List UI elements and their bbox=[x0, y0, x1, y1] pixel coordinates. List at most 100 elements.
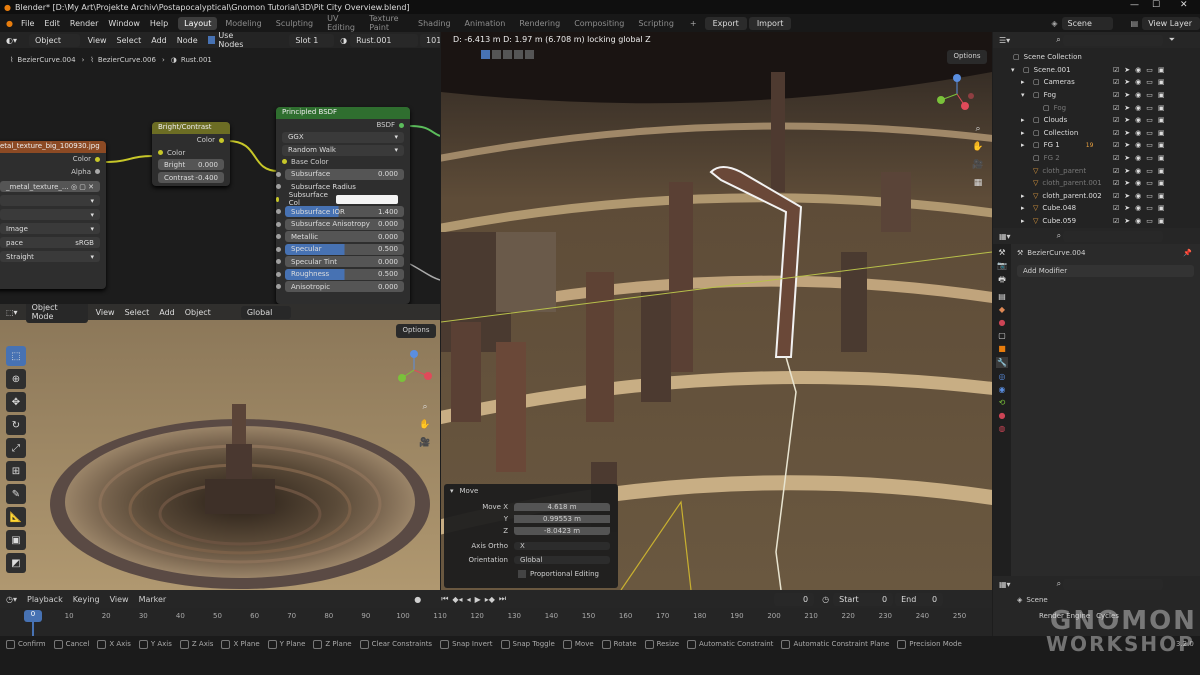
viewport-toggle-icon[interactable]: ▭ bbox=[1146, 66, 1153, 74]
rotate-tool-icon[interactable]: ↻ bbox=[6, 415, 26, 435]
viewport-toggle-icon[interactable]: ▭ bbox=[1146, 217, 1153, 225]
tab-layout[interactable]: Layout bbox=[178, 16, 218, 30]
checkbox-toggle-icon[interactable]: ☑ bbox=[1113, 104, 1119, 112]
outliner-item[interactable]: ▸ ▢ FG 1 19 ☑ ➤ ◉ ▭ ▣ bbox=[993, 139, 1200, 152]
scene-tab-icon[interactable]: ◆ bbox=[999, 305, 1005, 314]
visibility-toggle-icon[interactable]: ◉ bbox=[1135, 204, 1141, 212]
extension-dropdown[interactable]: Image ▾ bbox=[0, 223, 100, 234]
tab-modeling[interactable]: Modeling bbox=[219, 17, 267, 30]
outliner-item[interactable]: ▾ ▢ Fog ☑ ➤ ◉ ▭ ▣ bbox=[993, 89, 1200, 102]
visibility-toggle-icon[interactable]: ◉ bbox=[1135, 192, 1141, 200]
add-workspace-icon[interactable]: + bbox=[690, 19, 697, 28]
orientation-dropdown[interactable]: Global bbox=[514, 556, 610, 564]
viewport-toggle-icon[interactable]: ▭ bbox=[1146, 167, 1153, 175]
bsdf-input-row[interactable]: Anisotropic 0.000 bbox=[276, 281, 410, 294]
checkbox-toggle-icon[interactable]: ☑ bbox=[1113, 179, 1119, 187]
subsurface-method-dropdown[interactable]: Random Walk ▾ bbox=[282, 144, 404, 156]
viewport-toggle-icon[interactable]: ▭ bbox=[1146, 141, 1153, 149]
outliner-item[interactable]: ▽ cloth_parent ☑ ➤ ◉ ▭ ▣ bbox=[993, 164, 1200, 177]
main-3d-viewport[interactable]: D: -6.413 m D: 1.97 m (6.708 m) locking … bbox=[441, 32, 992, 590]
zoom-icon[interactable]: ⌕ bbox=[969, 120, 987, 138]
input-socket-icon[interactable] bbox=[276, 259, 281, 265]
editor-type-icon[interactable]: ⬚▾ bbox=[6, 308, 18, 317]
export-button[interactable]: Export bbox=[704, 16, 747, 30]
render-tab-icon[interactable]: 📷 bbox=[997, 261, 1007, 270]
data-tab-icon[interactable]: ● bbox=[999, 411, 1006, 420]
expand-right-icon[interactable]: ▸ bbox=[1021, 204, 1029, 212]
select-toggle-icon[interactable]: ➤ bbox=[1124, 104, 1130, 112]
viewport-toggle-icon[interactable]: ▭ bbox=[1146, 179, 1153, 187]
menu-add[interactable]: Add bbox=[159, 308, 175, 317]
cursor-tool-icon[interactable]: ⊕ bbox=[6, 369, 26, 389]
blender-menu-icon[interactable]: ● bbox=[6, 19, 13, 28]
proportional-editing-checkbox[interactable] bbox=[518, 570, 526, 578]
add-cube-tool-icon[interactable]: ▣ bbox=[6, 530, 26, 550]
options-button[interactable]: Options bbox=[396, 324, 436, 338]
outliner-item[interactable]: ▢ Scene Collection bbox=[993, 51, 1200, 64]
minimize-icon[interactable]: — bbox=[1130, 0, 1139, 10]
material-tab-icon[interactable]: ◍ bbox=[999, 424, 1006, 433]
world-tab-icon[interactable]: ● bbox=[999, 318, 1006, 327]
record-icon[interactable]: ● bbox=[414, 595, 421, 604]
checkbox-toggle-icon[interactable]: ☑ bbox=[1113, 129, 1119, 137]
grid-icon[interactable]: ▦ bbox=[969, 174, 987, 192]
menu-playback[interactable]: Playback bbox=[27, 595, 63, 604]
render-toggle-icon[interactable]: ▣ bbox=[1158, 116, 1165, 124]
outliner-item[interactable]: ▢ FG 2 ☑ ➤ ◉ ▭ ▣ bbox=[993, 152, 1200, 165]
select-new-icon[interactable] bbox=[481, 50, 490, 59]
move-y-field[interactable]: 0.99553 m bbox=[514, 515, 610, 523]
view-layer-tab-icon[interactable]: ▤ bbox=[998, 292, 1006, 301]
distribution-dropdown[interactable]: GGX ▾ bbox=[282, 131, 404, 143]
render-toggle-icon[interactable]: ▣ bbox=[1158, 167, 1165, 175]
select-toggle-icon[interactable]: ➤ bbox=[1124, 167, 1130, 175]
bsdf-input-row[interactable]: Subsurface Col bbox=[276, 191, 410, 207]
select-box-tool-icon[interactable]: ⬚ bbox=[6, 346, 26, 366]
viewport-toggle-icon[interactable]: ▭ bbox=[1146, 204, 1153, 212]
input-socket-icon[interactable] bbox=[276, 271, 281, 277]
expand-right-icon[interactable]: ▸ bbox=[1021, 141, 1029, 149]
close-icon[interactable]: ✕ bbox=[1180, 0, 1188, 10]
viewport-toggle-icon[interactable]: ▭ bbox=[1146, 129, 1153, 137]
secondary-3d-viewport[interactable]: ⬚▾ Object Mode View Select Add Object Gl… bbox=[0, 304, 440, 590]
navigation-gizmo[interactable] bbox=[392, 348, 436, 392]
scale-tool-icon[interactable]: ⤢ bbox=[6, 438, 26, 458]
input-socket-icon[interactable] bbox=[276, 234, 281, 240]
visibility-toggle-icon[interactable]: ◉ bbox=[1135, 167, 1141, 175]
select-extend-icon[interactable] bbox=[492, 50, 501, 59]
outliner-search-input[interactable] bbox=[1062, 34, 1163, 46]
menu-view[interactable]: View bbox=[110, 595, 129, 604]
select-toggle-icon[interactable]: ➤ bbox=[1124, 192, 1130, 200]
checkbox-toggle-icon[interactable]: ☑ bbox=[1113, 154, 1119, 162]
bsdf-input-row[interactable]: Metallic 0.000 bbox=[276, 231, 410, 244]
outliner-item[interactable]: ▸ ▢ Cameras ☑ ➤ ◉ ▭ ▣ bbox=[993, 76, 1200, 89]
select-invert-icon[interactable] bbox=[514, 50, 523, 59]
checkbox-toggle-icon[interactable]: ☑ bbox=[1113, 141, 1119, 149]
pan-hand-icon[interactable]: ✋ bbox=[416, 416, 434, 434]
input-socket-icon[interactable] bbox=[276, 196, 279, 202]
collection-tab-icon[interactable]: ▢ bbox=[998, 331, 1006, 340]
outliner-item[interactable]: ▸ ▢ Collection ☑ ➤ ◉ ▭ ▣ bbox=[993, 127, 1200, 140]
visibility-toggle-icon[interactable]: ◉ bbox=[1135, 116, 1141, 124]
expand-right-icon[interactable]: ▸ bbox=[1021, 116, 1029, 124]
viewport-toggle-icon[interactable]: ▭ bbox=[1146, 192, 1153, 200]
menu-view[interactable]: View bbox=[96, 308, 115, 317]
outliner-item[interactable]: ▽ cloth_parent.001 ☑ ➤ ◉ ▭ ▣ bbox=[993, 177, 1200, 190]
axis-ortho-dropdown[interactable]: X bbox=[514, 542, 610, 550]
bsdf-input-row[interactable]: Specular Tint 0.000 bbox=[276, 256, 410, 269]
editor-type-icon[interactable]: ▦▾ bbox=[999, 232, 1011, 241]
input-socket-icon[interactable] bbox=[276, 246, 281, 252]
checkbox-toggle-icon[interactable]: ☑ bbox=[1113, 217, 1119, 225]
outliner-item[interactable]: ▢ Fog ☑ ➤ ◉ ▭ ▣ bbox=[993, 101, 1200, 114]
select-toggle-icon[interactable]: ➤ bbox=[1124, 116, 1130, 124]
modifier-tab-icon[interactable]: 🔧 bbox=[996, 357, 1008, 368]
select-toggle-icon[interactable]: ➤ bbox=[1124, 217, 1130, 225]
color-space-dropdown[interactable]: pace sRGB bbox=[0, 237, 100, 248]
checkbox-toggle-icon[interactable]: ☑ bbox=[1113, 78, 1119, 86]
maximize-icon[interactable]: ☐ bbox=[1152, 0, 1160, 10]
zoom-icon[interactable]: ⌕ bbox=[416, 398, 434, 416]
bsdf-input-row[interactable]: Specular 0.500 bbox=[276, 243, 410, 256]
pan-hand-icon[interactable]: ✋ bbox=[969, 138, 987, 156]
menu-object[interactable]: Object bbox=[185, 308, 211, 317]
menu-select[interactable]: Select bbox=[125, 308, 150, 317]
input-socket-icon[interactable] bbox=[276, 171, 281, 177]
